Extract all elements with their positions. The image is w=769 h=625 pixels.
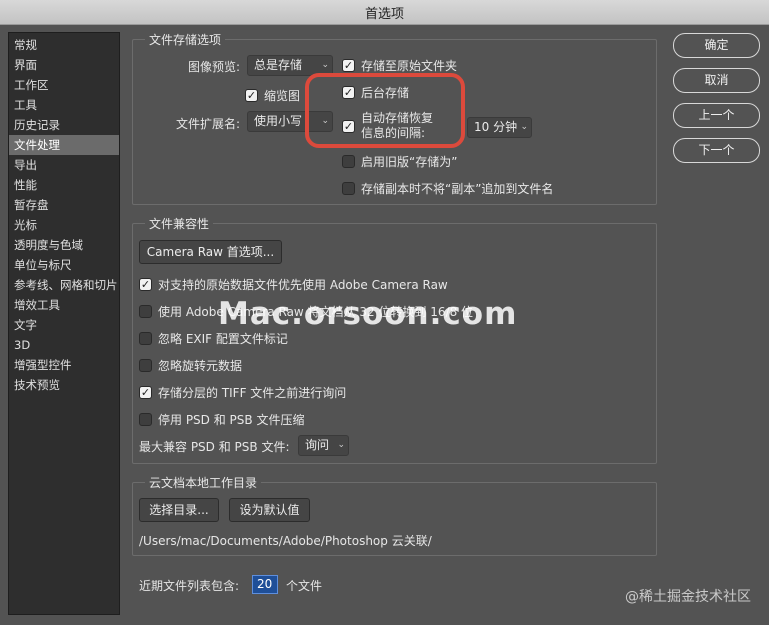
ignore-exif-checkbox[interactable]: 忽略 EXIF 配置文件标记 [139, 330, 288, 347]
prefer-camera-raw-label: 对支持的原始数据文件优先使用 Adobe Camera Raw [158, 278, 448, 292]
ignore-rotation-checkbox[interactable]: 忽略旋转元数据 [139, 357, 242, 374]
checkbox-checked-icon: ✓ [245, 89, 258, 102]
thumbnail-label: 缩览图 [264, 89, 301, 103]
chevron-down-icon: ⌄ [520, 122, 528, 132]
camera-raw-preferences-button[interactable]: Camera Raw 首选项... [139, 240, 282, 264]
disable-compression-label: 停用 PSD 和 PSB 文件压缩 [158, 413, 305, 427]
sidebar-item-enhanced-controls[interactable]: 增强型控件 [9, 355, 119, 375]
file-extension-label: 文件扩展名: [176, 117, 241, 131]
max-compat-label: 最大兼容 PSD 和 PSB 文件: [139, 440, 290, 454]
site-watermark: Mac.orsoon.com [218, 296, 518, 332]
legacy-save-as-checkbox[interactable]: 启用旧版“存储为” [342, 153, 457, 170]
sidebar-item-export[interactable]: 导出 [9, 155, 119, 175]
sidebar-item-file-handling[interactable]: 文件处理 [9, 135, 119, 155]
sidebar-item-tools[interactable]: 工具 [9, 95, 119, 115]
window-title: 首选项 [364, 6, 404, 22]
sidebar-item-interface[interactable]: 界面 [9, 55, 119, 75]
sidebar-item-type[interactable]: 文字 [9, 315, 119, 335]
image-preview-label: 图像预览: [188, 60, 241, 74]
cloud-docs-title: 云文档本地工作目录 [145, 474, 262, 491]
prefer-camera-raw-checkbox[interactable]: ✓ 对支持的原始数据文件优先使用 Adobe Camera Raw [139, 276, 448, 293]
thumbnail-checkbox[interactable]: ✓ 缩览图 [245, 87, 300, 104]
previous-button[interactable]: 上一个 [673, 103, 760, 128]
sidebar-item-general[interactable]: 常规 [9, 35, 119, 55]
image-preview-value: 总是存储 [254, 58, 303, 72]
ok-button[interactable]: 确定 [673, 33, 760, 58]
sidebar-item-guides-grid-slices[interactable]: 参考线、网格和切片 [9, 275, 119, 295]
autosave-interval-select[interactable]: 10 分钟 ⌄ [467, 117, 532, 138]
set-default-button[interactable]: 设为默认值 [229, 498, 310, 522]
ignore-exif-label: 忽略 EXIF 配置文件标记 [158, 332, 288, 346]
recent-files-count-input[interactable]: 20 [252, 575, 278, 594]
cancel-button[interactable]: 取消 [673, 68, 760, 93]
next-button[interactable]: 下一个 [673, 138, 760, 163]
file-saving-title: 文件存储选项 [145, 31, 226, 48]
choose-directory-button[interactable]: 选择目录... [139, 498, 219, 522]
disable-compression-checkbox[interactable]: 停用 PSD 和 PSB 文件压缩 [139, 411, 304, 428]
legacy-save-as-label: 启用旧版“存储为” [361, 155, 458, 169]
no-copy-suffix-label: 存储副本时不将“副本”追加到文件名 [361, 182, 554, 196]
checkbox-unchecked-icon [139, 413, 152, 426]
checkbox-unchecked-icon [342, 182, 355, 195]
sidebar-item-units-rulers[interactable]: 单位与标尺 [9, 255, 119, 275]
file-compatibility-title: 文件兼容性 [145, 215, 214, 232]
checkbox-checked-icon: ✓ [342, 59, 355, 72]
sidebar-item-plugins[interactable]: 增效工具 [9, 295, 119, 315]
chevron-down-icon: ⌄ [337, 440, 345, 450]
recent-files-suffix: 个文件 [286, 579, 323, 593]
sidebar-item-performance[interactable]: 性能 [9, 175, 119, 195]
save-to-original-folder-checkbox[interactable]: ✓ 存储至原始文件夹 [342, 57, 457, 74]
recent-files-label: 近期文件列表包含: [139, 579, 240, 593]
checkbox-checked-icon: ✓ [139, 386, 152, 399]
sidebar-item-transparency-gamut[interactable]: 透明度与色域 [9, 235, 119, 255]
checkbox-unchecked-icon [139, 305, 152, 318]
no-copy-suffix-checkbox[interactable]: 存储副本时不将“副本”追加到文件名 [342, 180, 553, 197]
max-compat-select[interactable]: 询问 ⌄ [298, 435, 349, 456]
cloud-directory-path: /Users/mac/Documents/Adobe/Photoshop 云关联… [139, 534, 432, 548]
autosave-interval-value: 10 分钟 [474, 120, 518, 134]
sidebar-item-tech-previews[interactable]: 技术预览 [9, 375, 119, 395]
ask-layered-tiff-checkbox[interactable]: ✓ 存储分层的 TIFF 文件之前进行询问 [139, 384, 346, 401]
file-extension-value: 使用小写 [254, 114, 303, 128]
annotation-highlight [305, 73, 465, 148]
checkbox-unchecked-icon [139, 359, 152, 372]
corner-watermark: @稀土掘金技术社区 [625, 589, 751, 605]
checkbox-unchecked-icon [342, 155, 355, 168]
sidebar-item-cursors[interactable]: 光标 [9, 215, 119, 235]
sidebar-item-history[interactable]: 历史记录 [9, 115, 119, 135]
max-compat-value: 询问 [305, 438, 330, 452]
window-titlebar: 首选项 [0, 0, 769, 25]
sidebar-item-scratch-disks[interactable]: 暂存盘 [9, 195, 119, 215]
checkbox-checked-icon: ✓ [139, 278, 152, 291]
ask-layered-tiff-label: 存储分层的 TIFF 文件之前进行询问 [158, 386, 347, 400]
save-to-original-folder-label: 存储至原始文件夹 [361, 59, 458, 73]
sidebar-item-workspace[interactable]: 工作区 [9, 75, 119, 95]
ignore-rotation-label: 忽略旋转元数据 [158, 359, 243, 373]
sidebar-item-3d[interactable]: 3D [9, 335, 119, 355]
preferences-sidebar: 常规 界面 工作区 工具 历史记录 文件处理 导出 性能 暂存盘 光标 透明度与… [8, 32, 120, 615]
checkbox-unchecked-icon [139, 332, 152, 345]
